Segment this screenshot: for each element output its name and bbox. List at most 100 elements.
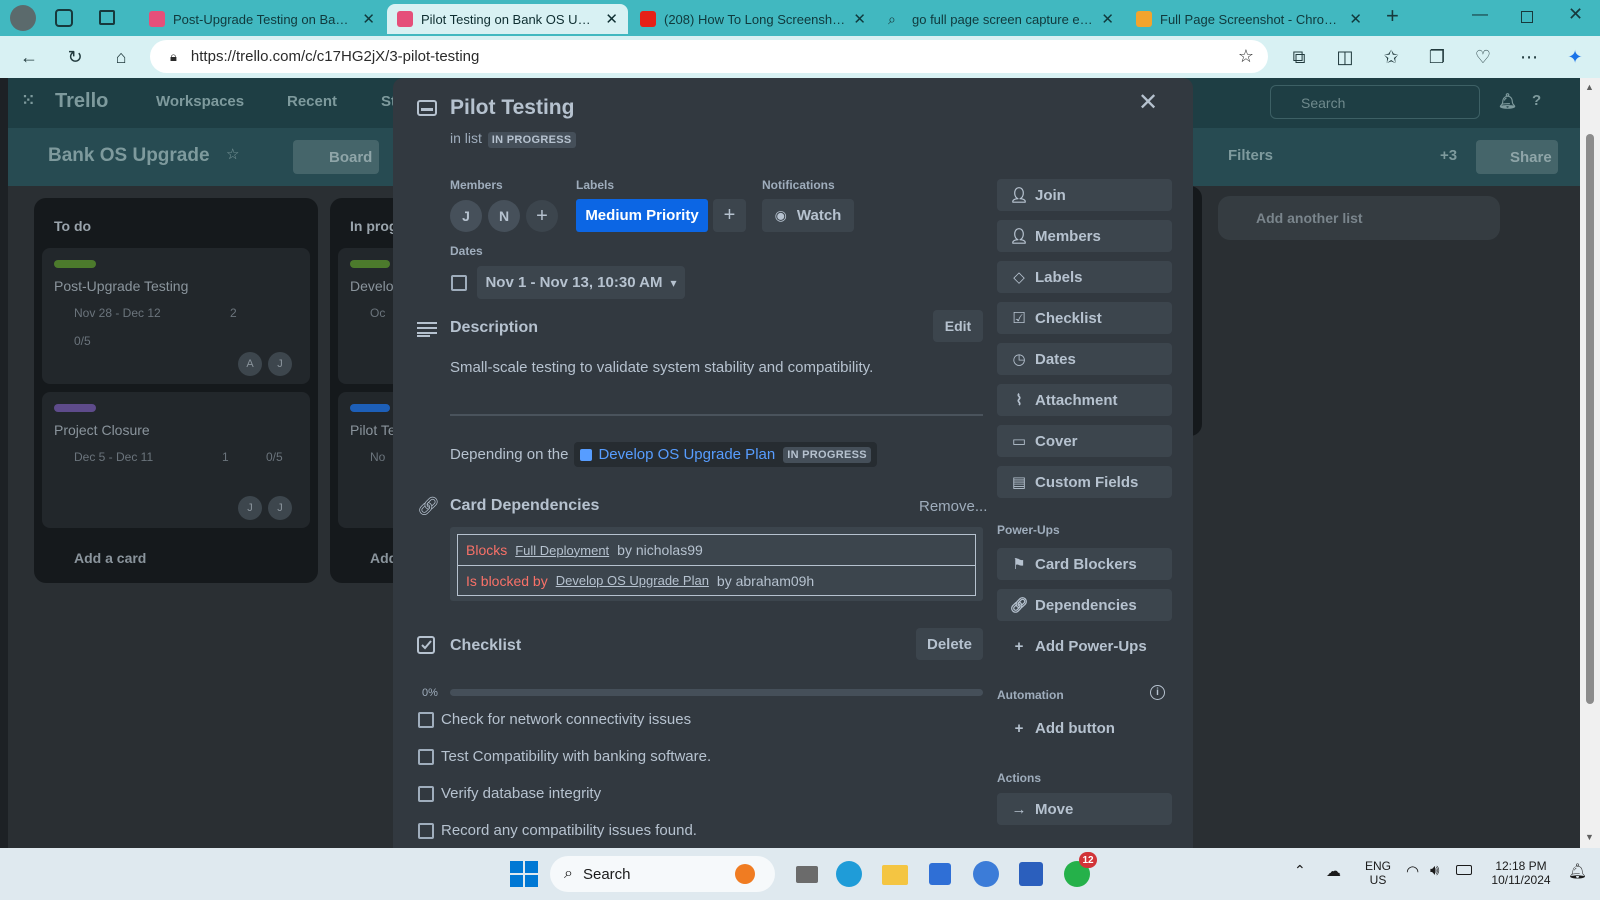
member-avatar[interactable]: N xyxy=(488,200,520,232)
attachment-button[interactable]: ⌇ Attachment xyxy=(997,384,1172,416)
scroll-up-arrow[interactable]: ▲ xyxy=(1585,82,1594,92)
close-window-button[interactable]: ✕ xyxy=(1568,4,1583,25)
board-view-button[interactable]: Board xyxy=(293,140,379,174)
scrollbar-thumb[interactable] xyxy=(1586,134,1594,704)
card-post-upgrade-testing[interactable]: Post-Upgrade Testing Nov 28 - Dec 12 2 0… xyxy=(42,248,310,384)
list-title[interactable]: To do xyxy=(54,218,91,234)
tab-youtube[interactable]: (208) How To Long Screenshot In ✕ xyxy=(630,4,876,34)
taskbar-search[interactable]: ⌕ Search xyxy=(550,856,775,892)
nav-workspaces[interactable]: Workspaces xyxy=(156,93,244,110)
card-project-closure[interactable]: Project Closure Dec 5 - Dec 11 1 0/5 J J xyxy=(42,392,310,528)
tab-pilot-testing[interactable]: Pilot Testing on Bank OS Upgrad ✕ xyxy=(387,4,628,34)
minimize-button[interactable]: — xyxy=(1472,6,1488,24)
show-hidden-icons[interactable]: ⌃ xyxy=(1294,862,1306,879)
refresh-button[interactable]: ↻ xyxy=(62,44,88,70)
add-another-list-button[interactable]: Add another list xyxy=(1218,196,1500,240)
close-tab-icon[interactable]: ✕ xyxy=(362,10,375,28)
volume-icon[interactable]: 🔊︎ xyxy=(1430,862,1439,879)
help-icon[interactable]: ? xyxy=(1532,92,1541,109)
card-title[interactable]: Pilot Testing xyxy=(450,96,574,120)
description-text[interactable]: Small-scale testing to validate system s… xyxy=(450,359,873,376)
share-button[interactable]: Share xyxy=(1476,140,1558,174)
favorites-icon[interactable]: ✩ xyxy=(1378,44,1404,70)
checklist-button[interactable]: ☑ Checklist xyxy=(997,302,1172,334)
close-modal-button[interactable]: ✕ xyxy=(1138,88,1158,117)
task-view-icon[interactable] xyxy=(790,858,822,890)
dates-dropdown[interactable]: Nov 1 - Nov 13, 10:30 AM ▾ xyxy=(477,266,685,299)
wifi-icon[interactable]: ◠ xyxy=(1406,862,1419,880)
page-scrollbar[interactable]: ▲ ▼ xyxy=(1580,78,1600,848)
label-medium-priority[interactable]: Medium Priority xyxy=(576,199,708,232)
member-extra-count[interactable]: +3 xyxy=(1440,147,1457,164)
move-button[interactable]: → Move xyxy=(997,793,1172,825)
onedrive-icon[interactable]: ☁ xyxy=(1326,862,1341,880)
checklist-item[interactable]: Verify database integrity xyxy=(441,785,601,802)
close-tab-icon[interactable]: ✕ xyxy=(1101,10,1114,28)
close-tab-icon[interactable]: ✕ xyxy=(853,10,866,28)
clock[interactable]: 12:18 PM 10/11/2024 xyxy=(1484,859,1558,887)
checklist-checkbox[interactable] xyxy=(418,786,434,802)
star-board-icon[interactable]: ☆ xyxy=(226,145,239,163)
board-title[interactable]: Bank OS Upgrade xyxy=(48,145,210,167)
lock-icon[interactable]: 🔒︎ xyxy=(170,49,177,65)
start-button[interactable] xyxy=(507,858,539,890)
custom-fields-button[interactable]: ▤ Custom Fields xyxy=(997,466,1172,498)
tab-chrome-webstore[interactable]: Full Page Screenshot - Chrome W ✕ xyxy=(1126,4,1372,34)
favorite-star-icon[interactable]: ☆ xyxy=(1238,46,1254,67)
nav-recent[interactable]: Recent xyxy=(287,93,337,110)
dependencies-button[interactable]: 🔗︎ Dependencies xyxy=(997,589,1172,621)
checklist-heading[interactable]: Checklist xyxy=(450,637,521,655)
word-icon[interactable] xyxy=(1015,858,1047,890)
notifications-icon[interactable]: 🔔︎ xyxy=(1568,862,1587,880)
address-bar[interactable]: 🔒︎ https://trello.com/c/c17HG2jX/3-pilot… xyxy=(150,40,1268,73)
dependency-card-link[interactable]: Full Deployment xyxy=(515,543,609,558)
member-avatar[interactable]: J xyxy=(450,200,482,232)
list-name-badge[interactable]: IN PROGRESS xyxy=(487,132,576,148)
add-member-button[interactable]: + xyxy=(526,200,558,232)
back-button[interactable]: ← xyxy=(16,44,42,70)
scroll-down-arrow[interactable]: ▼ xyxy=(1585,832,1594,842)
checklist-checkbox[interactable] xyxy=(418,749,434,765)
checklist-item[interactable]: Check for network connectivity issues xyxy=(441,711,691,728)
checklist-checkbox[interactable] xyxy=(418,823,434,839)
close-tab-icon[interactable]: ✕ xyxy=(1349,10,1362,28)
add-label-button[interactable]: + xyxy=(713,199,746,232)
checklist-checkbox[interactable] xyxy=(418,712,434,728)
file-explorer-icon[interactable] xyxy=(879,858,911,890)
linked-card-chip[interactable]: Develop OS Upgrade Plan IN PROGRESS xyxy=(574,442,877,467)
new-tab-button[interactable]: + xyxy=(1386,3,1399,29)
battery-icon[interactable] xyxy=(1456,865,1472,875)
info-icon[interactable]: i xyxy=(1150,685,1165,700)
members-button[interactable]: 👤︎ Members xyxy=(997,220,1172,252)
dates-button[interactable]: ◷ Dates xyxy=(997,343,1172,375)
edge-icon[interactable] xyxy=(833,858,865,890)
trello-search-input[interactable]: Search xyxy=(1270,85,1480,119)
browser-essentials-icon[interactable]: ♡ xyxy=(1470,44,1496,70)
copilot-icon[interactable]: ✦ xyxy=(1562,44,1588,70)
close-tab-icon[interactable]: ✕ xyxy=(605,10,618,28)
join-button[interactable]: 👤︎ Join xyxy=(997,179,1172,211)
edit-description-button[interactable]: Edit xyxy=(933,310,983,342)
add-powerups-button[interactable]: + Add Power-Ups xyxy=(997,630,1172,662)
dependency-card-link[interactable]: Develop OS Upgrade Plan xyxy=(556,573,709,588)
trello-logo[interactable]: Trello xyxy=(55,90,108,113)
due-complete-checkbox[interactable] xyxy=(451,275,467,291)
remove-dependencies-link[interactable]: Remove... xyxy=(919,498,987,515)
filters-button[interactable]: Filters xyxy=(1228,147,1273,164)
tab-search[interactable]: ⌕ go full page screen capture exter ✕ xyxy=(878,4,1124,34)
split-screen-icon[interactable]: ◫ xyxy=(1332,44,1358,70)
cover-button[interactable]: ▭ Cover xyxy=(997,425,1172,457)
profile-avatar[interactable] xyxy=(10,5,36,31)
checklist-item[interactable]: Record any compatibility issues found. xyxy=(441,822,697,839)
labels-button[interactable]: ◇ Labels xyxy=(997,261,1172,293)
delete-checklist-button[interactable]: Delete xyxy=(916,628,983,660)
firefox-icon[interactable] xyxy=(970,858,1002,890)
workspaces-icon[interactable] xyxy=(55,9,73,27)
watch-button[interactable]: ◉ Watch xyxy=(762,199,854,232)
app-switcher-icon[interactable]: ⁙ xyxy=(22,91,35,109)
more-options-icon[interactable]: ⋯ xyxy=(1516,44,1542,70)
list-title[interactable]: In prog xyxy=(350,218,397,234)
checklist-item[interactable]: Test Compatibility with banking software… xyxy=(441,748,711,765)
extensions-icon[interactable]: ⧉ xyxy=(1286,44,1312,70)
add-card-button[interactable]: Add a card xyxy=(74,550,146,566)
